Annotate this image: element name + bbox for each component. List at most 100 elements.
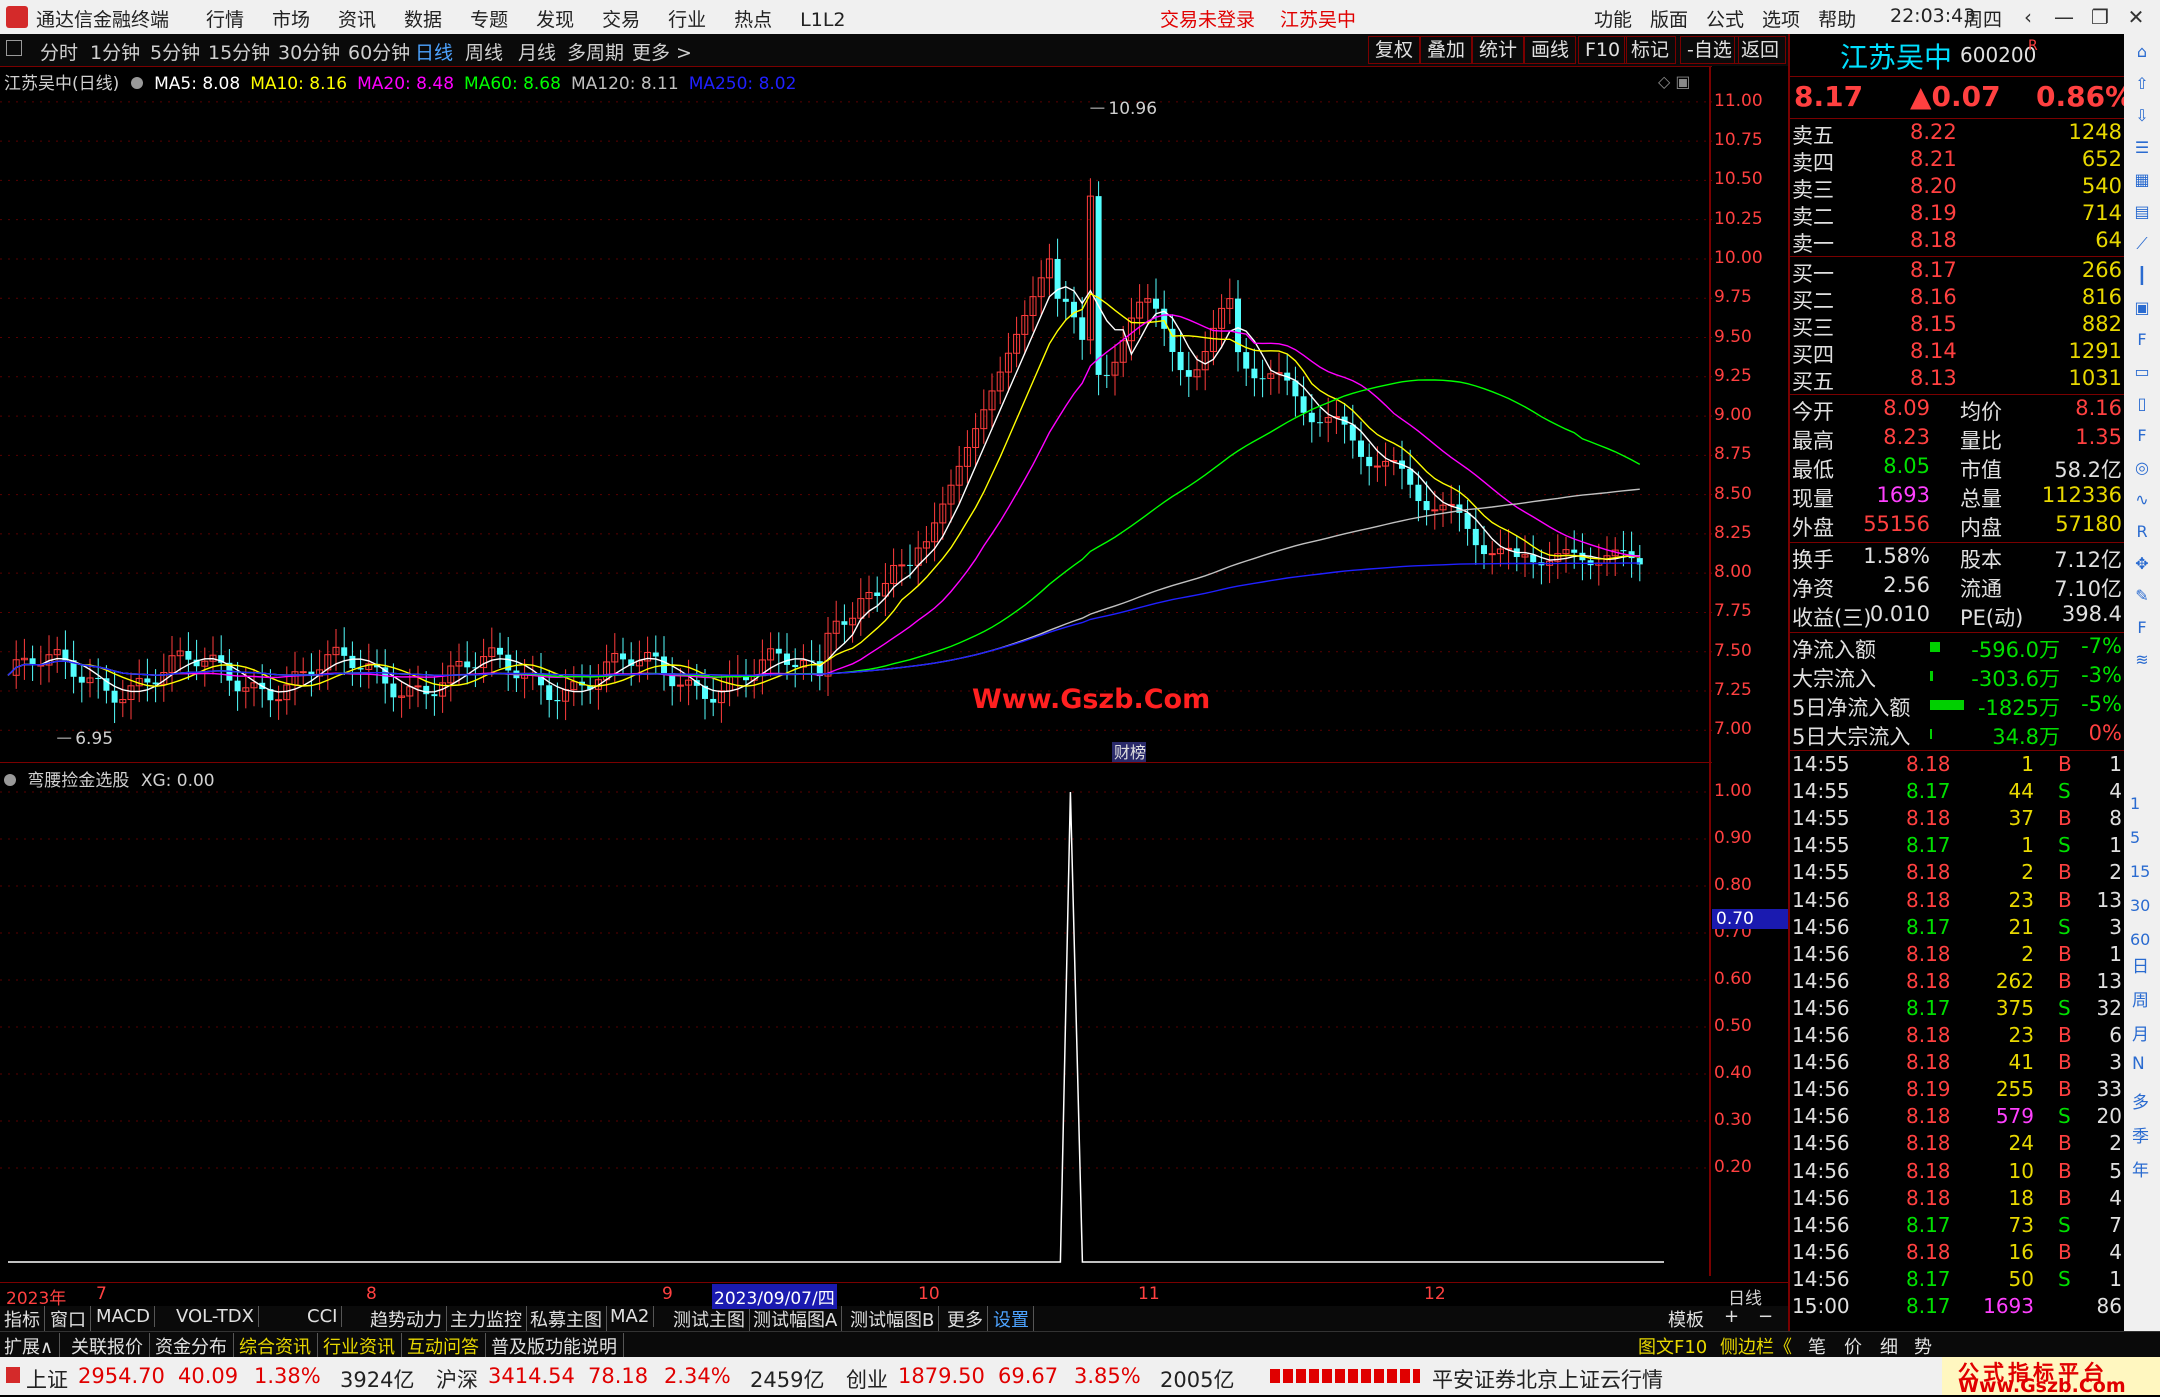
period-tab[interactable]: 月线 bbox=[518, 38, 556, 65]
chart-button[interactable]: 画线 bbox=[1524, 36, 1577, 64]
minute-shortcut-icon[interactable]: 60 bbox=[2130, 930, 2150, 949]
down-arrow-icon[interactable]: ⇩ bbox=[2130, 104, 2154, 128]
bid-price[interactable]: 8.17 bbox=[1910, 258, 1957, 282]
extension-right-tab[interactable]: 细 bbox=[1880, 1333, 1898, 1359]
chart-button[interactable]: 标记 bbox=[1624, 36, 1677, 64]
main-chart[interactable]: 10.96 6.95 Www.Gszb.Com 财榜 江苏吴中(日线) MA5: 8.… bbox=[0, 66, 1712, 762]
period-shortcut[interactable]: 日 bbox=[2132, 952, 2149, 977]
period-tab[interactable]: 日线 bbox=[415, 38, 453, 65]
doc-icon[interactable]: ▭ bbox=[2130, 360, 2154, 384]
ask-price[interactable]: 8.19 bbox=[1910, 201, 1957, 225]
bid-price[interactable]: 8.14 bbox=[1910, 339, 1957, 363]
period-tab[interactable]: 15分钟 bbox=[208, 38, 270, 65]
menu-item[interactable]: 专题 bbox=[470, 9, 508, 31]
extension-right-tab[interactable]: 势 bbox=[1914, 1333, 1932, 1359]
menu-item[interactable]: 选项 bbox=[1762, 9, 1800, 31]
circle-icon[interactable]: ◎ bbox=[2130, 456, 2154, 480]
extension-tab[interactable]: 综合资讯 bbox=[239, 1333, 318, 1359]
menu-item[interactable]: 市场 bbox=[272, 9, 310, 31]
menu-item[interactable]: 帮助 bbox=[1818, 9, 1856, 31]
table-icon[interactable]: ▤ bbox=[2130, 200, 2154, 224]
period-shortcut[interactable]: 周 bbox=[2132, 986, 2149, 1011]
indicator-tab[interactable]: 测试幅图A bbox=[753, 1306, 843, 1332]
minute-shortcut-icon[interactable]: 1 bbox=[2130, 794, 2140, 813]
menu-item[interactable]: 行业 bbox=[668, 9, 706, 31]
ask-price[interactable]: 8.22 bbox=[1910, 120, 1957, 144]
pin-icon[interactable]: ⌂ bbox=[2130, 40, 2154, 64]
pen-icon[interactable]: ✎ bbox=[2130, 584, 2154, 608]
indicator-chart[interactable]: 弯腰捡金选股 XG: 0.00 bbox=[0, 762, 1712, 1276]
rsi-icon[interactable]: R bbox=[2130, 520, 2154, 544]
indicator-tab[interactable]: 窗口 bbox=[50, 1306, 91, 1332]
server-label[interactable]: 平安证券北京上证云行情 bbox=[1432, 1364, 1663, 1394]
period-tab[interactable]: 分时 bbox=[40, 38, 78, 65]
login-status[interactable]: 交易未登录 bbox=[1160, 5, 1255, 32]
indicator-tab[interactable]: 测试主图 bbox=[673, 1306, 750, 1332]
tabbar-button[interactable]: 模板 bbox=[1668, 1306, 1704, 1332]
extension-right-tab[interactable]: 侧边栏《 bbox=[1720, 1333, 1792, 1359]
menu-item[interactable]: 行情 bbox=[206, 9, 244, 31]
bid-price[interactable]: 8.16 bbox=[1910, 285, 1957, 309]
period-tab[interactable]: 30分钟 bbox=[278, 38, 340, 65]
up-arrow-icon[interactable]: ⇧ bbox=[2130, 72, 2154, 96]
indicator-tab[interactable]: CCI bbox=[307, 1306, 343, 1327]
period-shortcut[interactable]: 年 bbox=[2132, 1156, 2149, 1181]
period-tab[interactable]: 更多 > bbox=[632, 38, 692, 65]
ask-price[interactable]: 8.21 bbox=[1910, 147, 1957, 171]
f10-icon[interactable]: F bbox=[2130, 328, 2154, 352]
period-shortcut[interactable]: 季 bbox=[2132, 1122, 2149, 1147]
index-name[interactable]: 沪深 bbox=[436, 1364, 478, 1394]
period-tab[interactable]: 5分钟 bbox=[150, 38, 200, 65]
card-icon[interactable]: ▯ bbox=[2130, 392, 2154, 416]
menu-item[interactable]: 功能 bbox=[1594, 9, 1632, 31]
panel-icon[interactable]: ▣ bbox=[2130, 296, 2154, 320]
chart-button[interactable]: -自选 bbox=[1680, 36, 1739, 64]
extension-tab[interactable]: 资金分布 bbox=[155, 1333, 234, 1359]
period-shortcut[interactable]: 月 bbox=[2132, 1020, 2149, 1045]
chart-button[interactable]: 返回 bbox=[1734, 36, 1787, 64]
bid-price[interactable]: 8.13 bbox=[1910, 366, 1957, 390]
minute-shortcut-icon[interactable]: 15 bbox=[2130, 862, 2150, 881]
period-tab[interactable]: 60分钟 bbox=[348, 38, 410, 65]
minute-shortcut-icon[interactable]: 30 bbox=[2130, 896, 2150, 915]
bid-price[interactable]: 8.15 bbox=[1910, 312, 1957, 336]
candle-icon[interactable]: ┃ bbox=[2130, 264, 2154, 288]
extension-tab[interactable]: 关联报价 bbox=[71, 1333, 150, 1359]
index-name[interactable]: 上证 bbox=[26, 1364, 68, 1394]
period-tab[interactable]: 多周期 bbox=[567, 38, 624, 65]
maximize-icon[interactable]: ❐ bbox=[2082, 3, 2118, 31]
indicator-tab[interactable]: 趋势动力 bbox=[370, 1306, 447, 1332]
fs-icon[interactable]: F bbox=[2130, 616, 2154, 640]
ask-price[interactable]: 8.20 bbox=[1910, 174, 1957, 198]
menu-item[interactable]: 资讯 bbox=[338, 9, 376, 31]
list-icon[interactable]: ☰ bbox=[2130, 136, 2154, 160]
menu-item[interactable]: 公式 bbox=[1706, 9, 1744, 31]
indicator-tab[interactable]: 测试幅图B bbox=[850, 1306, 940, 1332]
f2-icon[interactable]: F bbox=[2130, 424, 2154, 448]
chart-button[interactable]: 复权 bbox=[1368, 36, 1421, 64]
tabbar-button[interactable]: + bbox=[1724, 1306, 1739, 1327]
extension-right-tab[interactable]: 图文F10 bbox=[1638, 1333, 1707, 1359]
period-tab[interactable]: 1分钟 bbox=[90, 38, 140, 65]
legend-toggle-icon[interactable] bbox=[130, 77, 143, 89]
chart-line-icon[interactable]: ⟋ bbox=[2130, 232, 2154, 256]
chart-options-icon[interactable]: ◇ ▣ bbox=[1658, 72, 1691, 91]
minimize-icon[interactable]: — bbox=[2046, 3, 2082, 31]
indicator-toggle-icon[interactable] bbox=[4, 774, 16, 786]
extension-right-tab[interactable]: 价 bbox=[1844, 1333, 1862, 1359]
menu-item[interactable]: L1L2 bbox=[800, 9, 845, 31]
close-icon[interactable]: ✕ bbox=[2118, 3, 2154, 31]
tabbar-button[interactable]: − bbox=[1758, 1306, 1773, 1327]
extension-tab[interactable]: 普及版功能说明 bbox=[491, 1333, 624, 1359]
panel-toggle-icon[interactable] bbox=[6, 40, 22, 56]
chart-button[interactable]: F10 bbox=[1578, 36, 1628, 64]
menu-item[interactable]: 数据 bbox=[404, 9, 442, 31]
period-shortcut[interactable]: 多 bbox=[2132, 1088, 2149, 1113]
menu-item[interactable]: 热点 bbox=[734, 9, 772, 31]
menu-item[interactable]: 交易 bbox=[602, 9, 640, 31]
indicator-tab[interactable]: 主力监控 bbox=[450, 1306, 527, 1332]
indicator-tab[interactable]: 更多 bbox=[947, 1306, 988, 1332]
wave-icon[interactable]: ∿ bbox=[2130, 488, 2154, 512]
menu-item[interactable]: 发现 bbox=[536, 9, 574, 31]
chart-button[interactable]: 统计 bbox=[1472, 36, 1525, 64]
